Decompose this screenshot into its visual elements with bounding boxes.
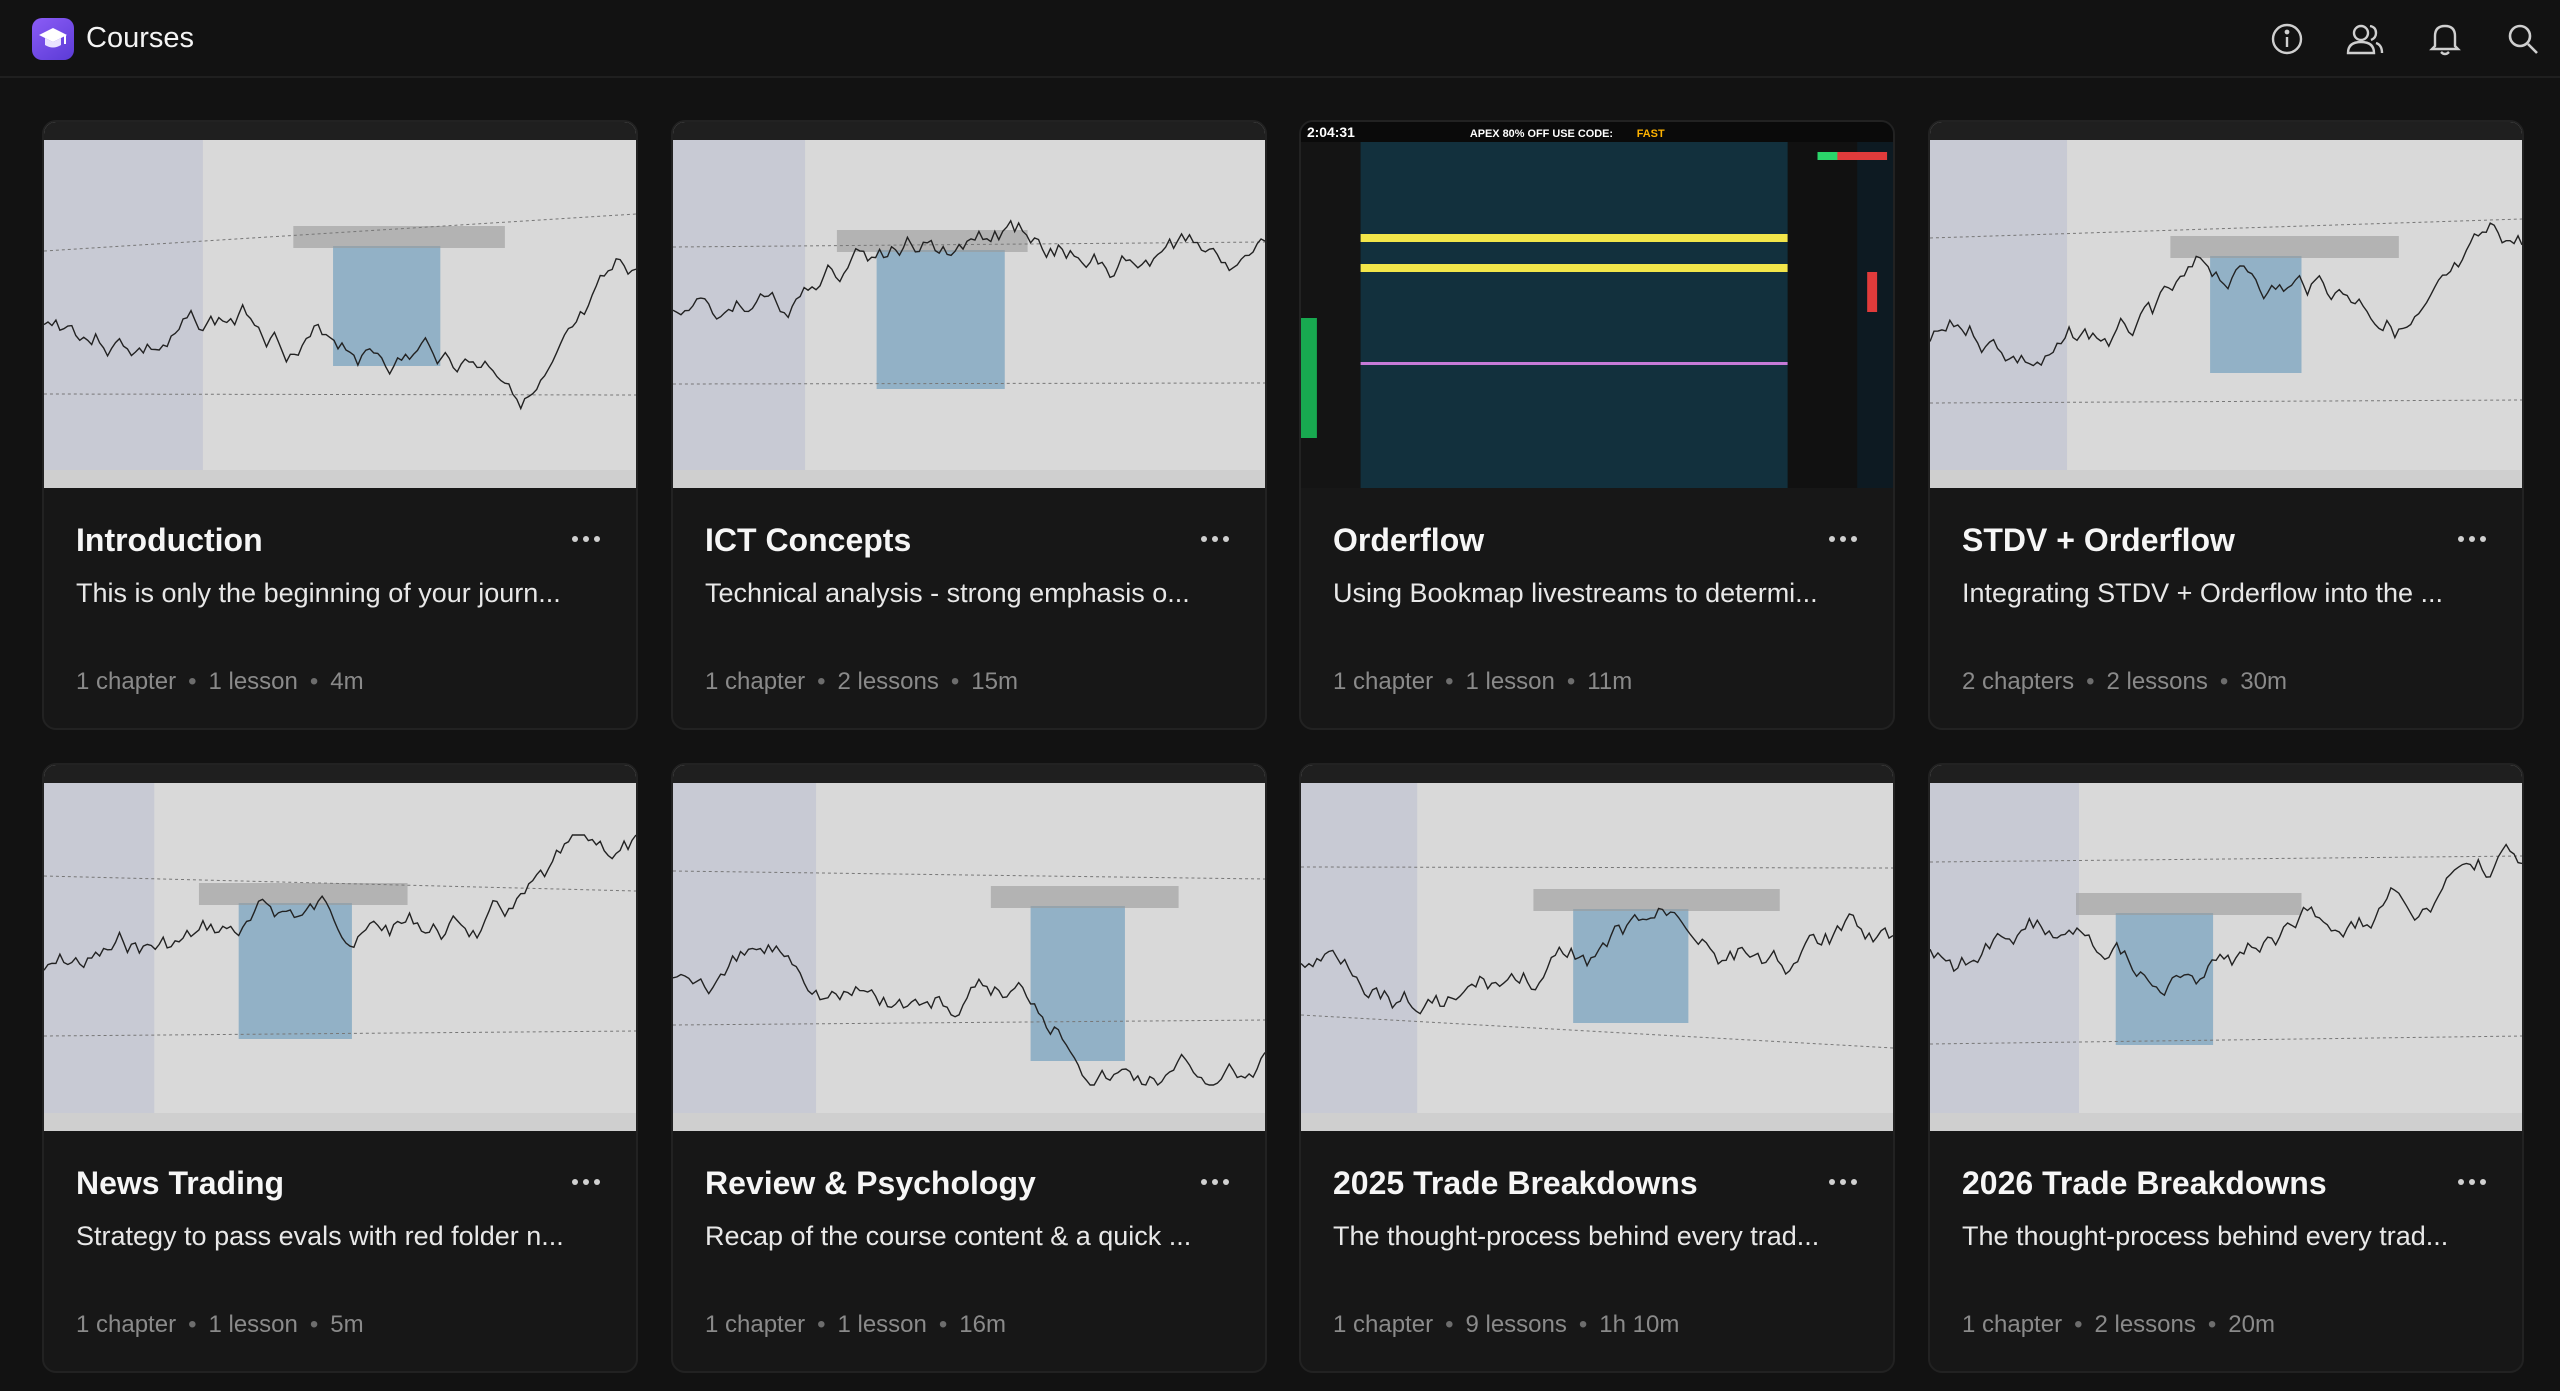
separator-dot: • — [309, 668, 319, 695]
chapter-count: 1 chapter — [705, 668, 806, 695]
separator-dot: • — [2074, 1311, 2083, 1338]
separator-dot: • — [2219, 668, 2229, 695]
course-meta: 1 chapter • 1 lesson • 11m — [1333, 668, 1632, 696]
separator-dot: • — [817, 1311, 826, 1338]
course-description: Integrating STDV + Orderflow into the ..… — [1962, 578, 2443, 608]
course-title[interactable]: 2025 Trade Breakdowns — [1333, 1165, 1698, 1202]
more-options-icon[interactable] — [1823, 1167, 1863, 1197]
course-card[interactable]: ICT Concepts Technical analysis - strong… — [671, 120, 1267, 730]
users-icon[interactable] — [2346, 20, 2384, 58]
course-thumbnail[interactable] — [673, 122, 1265, 488]
svg-text:APEX 80% OFF USE CODE:: APEX 80% OFF USE CODE: — [1470, 128, 1613, 140]
more-options-icon[interactable] — [1195, 524, 1235, 554]
separator-dot: • — [1445, 1311, 1454, 1338]
chapter-count: 1 chapter — [1962, 1311, 2063, 1338]
course-card[interactable]: News Trading Strategy to pass evals with… — [42, 763, 638, 1373]
course-title[interactable]: Introduction — [76, 522, 263, 559]
separator-dot: • — [2207, 1311, 2217, 1338]
course-duration: 11m — [1587, 668, 1633, 695]
course-thumbnail[interactable] — [1930, 122, 2522, 488]
chapter-count: 1 chapter — [76, 668, 177, 695]
courses-logo-icon — [32, 18, 74, 60]
course-meta: 1 chapter • 1 lesson • 4m — [76, 668, 364, 696]
chapter-count: 2 chapters — [1962, 668, 2075, 695]
course-thumbnail[interactable] — [673, 765, 1265, 1131]
lesson-count: 2 lessons — [837, 668, 939, 695]
course-title[interactable]: 2026 Trade Breakdowns — [1962, 1165, 2327, 1202]
more-options-icon[interactable] — [2452, 524, 2492, 554]
course-thumbnail[interactable] — [1301, 765, 1893, 1131]
lesson-count: 1 lesson — [208, 668, 298, 695]
course-duration: 15m — [971, 668, 1018, 695]
search-icon[interactable] — [2504, 20, 2542, 58]
separator-dot: • — [309, 1311, 319, 1338]
course-description: Using Bookmap livestreams to determi... — [1333, 578, 1818, 608]
course-card[interactable]: Review & Psychology Recap of the course … — [671, 763, 1267, 1373]
course-description: Technical analysis - strong emphasis o..… — [705, 578, 1190, 608]
course-thumbnail[interactable] — [44, 765, 636, 1131]
lesson-count: 2 lessons — [2094, 1311, 2196, 1338]
course-meta: 1 chapter • 2 lessons • 20m — [1962, 1311, 2275, 1339]
lesson-count: 9 lessons — [1465, 1311, 1567, 1338]
chapter-count: 1 chapter — [705, 1311, 806, 1338]
course-title[interactable]: STDV + Orderflow — [1962, 522, 2235, 559]
separator-dot: • — [1445, 668, 1454, 695]
course-description: Recap of the course content & a quick ..… — [705, 1221, 1192, 1251]
course-duration: 16m — [959, 1311, 1006, 1338]
more-options-icon[interactable] — [566, 524, 606, 554]
more-options-icon[interactable] — [2452, 1167, 2492, 1197]
course-duration: 5m — [330, 1311, 364, 1338]
separator-dot: • — [2086, 668, 2095, 695]
course-card[interactable]: 2025 Trade Breakdowns The thought-proces… — [1299, 763, 1895, 1373]
more-options-icon[interactable] — [1823, 524, 1863, 554]
chapter-count: 1 chapter — [1333, 1311, 1434, 1338]
separator-dot: • — [938, 1311, 948, 1338]
course-duration: 30m — [2240, 668, 2287, 695]
course-title[interactable]: ICT Concepts — [705, 522, 911, 559]
lesson-count: 1 lesson — [208, 1311, 298, 1338]
course-thumbnail[interactable] — [1930, 765, 2522, 1131]
course-duration: 1h 10m — [1599, 1311, 1680, 1338]
course-meta: 2 chapters • 2 lessons • 30m — [1962, 668, 2287, 696]
course-title[interactable]: Orderflow — [1333, 522, 1484, 559]
lesson-count: 1 lesson — [837, 1311, 927, 1338]
course-thumbnail[interactable]: 2:04:31 APEX 80% OFF USE CODE: FAST — [1301, 122, 1893, 488]
course-card[interactable]: 2:04:31 APEX 80% OFF USE CODE: FAST Orde… — [1299, 120, 1895, 730]
bell-icon[interactable] — [2426, 20, 2464, 58]
course-title[interactable]: Review & Psychology — [705, 1165, 1036, 1202]
lesson-count: 2 lessons — [2106, 668, 2208, 695]
course-title[interactable]: News Trading — [76, 1165, 284, 1202]
course-card[interactable]: STDV + Orderflow Integrating STDV + Orde… — [1928, 120, 2524, 730]
course-card[interactable]: Introduction This is only the beginning … — [42, 120, 638, 730]
svg-text:2:04:31: 2:04:31 — [1307, 124, 1355, 140]
separator-dot: • — [950, 668, 960, 695]
info-icon[interactable] — [2268, 20, 2306, 58]
course-description: This is only the beginning of your journ… — [76, 578, 561, 608]
chapter-count: 1 chapter — [76, 1311, 177, 1338]
separator-dot: • — [188, 668, 197, 695]
course-meta: 1 chapter • 1 lesson • 16m — [705, 1311, 1006, 1339]
svg-text:FAST: FAST — [1637, 128, 1665, 140]
course-meta: 1 chapter • 2 lessons • 15m — [705, 668, 1018, 696]
more-options-icon[interactable] — [566, 1167, 606, 1197]
course-meta: 1 chapter • 1 lesson • 5m — [76, 1311, 364, 1339]
course-thumbnail[interactable] — [44, 122, 636, 488]
chapter-count: 1 chapter — [1333, 668, 1434, 695]
lesson-count: 1 lesson — [1465, 668, 1555, 695]
course-description: The thought-process behind every trad... — [1962, 1221, 2449, 1251]
separator-dot: • — [817, 668, 826, 695]
course-duration: 4m — [330, 668, 364, 695]
more-options-icon[interactable] — [1195, 1167, 1235, 1197]
course-duration: 20m — [2228, 1311, 2275, 1338]
course-description: Strategy to pass evals with red folder n… — [76, 1221, 564, 1251]
separator-dot: • — [1566, 668, 1576, 695]
top-bar: Courses — [0, 0, 2560, 78]
page-title: Courses — [86, 22, 194, 54]
course-description: The thought-process behind every trad... — [1333, 1221, 1820, 1251]
separator-dot: • — [188, 1311, 197, 1338]
course-card[interactable]: 2026 Trade Breakdowns The thought-proces… — [1928, 763, 2524, 1373]
separator-dot: • — [1578, 1311, 1588, 1338]
course-meta: 1 chapter • 9 lessons • 1h 10m — [1333, 1311, 1679, 1339]
